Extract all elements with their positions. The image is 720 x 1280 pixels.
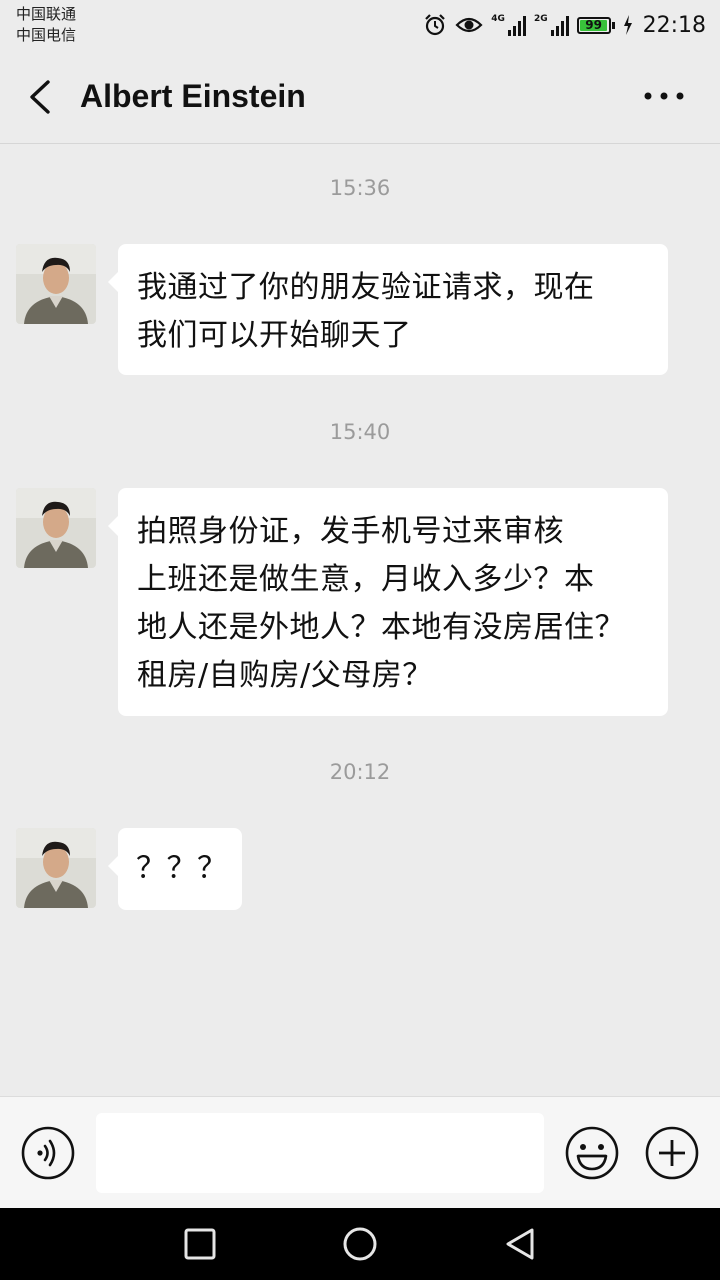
message-bubble[interactable]: 拍照身份证，发手机号过来审核 上班还是做生意，月收入多少？本 地人还是外地人？本… <box>108 488 668 716</box>
message-line: 租房/自购房/父母房？ <box>137 658 433 693</box>
plus-icon[interactable] <box>644 1125 700 1181</box>
network-type-2: 2G <box>533 14 548 24</box>
status-bar: 中国联通 中国电信 4G 2G 99 22:18 <box>0 0 720 50</box>
avatar-image <box>16 828 96 908</box>
voice-icon[interactable] <box>20 1125 76 1181</box>
message-timestamp: 20:12 <box>329 760 391 784</box>
message-line: ？？？ <box>136 851 228 886</box>
chat-title: Albert Einstein <box>80 78 306 114</box>
carrier-name-1: 中国联通 <box>16 5 77 23</box>
alarm-icon <box>425 14 446 36</box>
recent-apps-icon[interactable] <box>182 1226 218 1262</box>
charging-icon <box>623 15 632 35</box>
avatar-image <box>16 244 96 324</box>
status-icons: 4G 2G 99 22:18 <box>423 8 706 42</box>
signal-icon: 2G <box>534 14 569 36</box>
carrier-info: 中国联通 中国电信 <box>16 4 76 46</box>
message-input[interactable] <box>96 1113 544 1193</box>
battery-icon: 99 <box>576 16 611 34</box>
battery-level: 99 <box>585 18 602 32</box>
message-line: 上班还是做生意，月收入多少？本 <box>137 562 595 597</box>
home-icon[interactable] <box>342 1226 378 1262</box>
clock-time: 22:18 <box>642 12 706 38</box>
message-bubble[interactable]: 我通过了你的朋友验证请求，现在 我们可以开始聊天了 <box>108 244 668 375</box>
message-timestamp: 15:40 <box>329 420 391 444</box>
emoji-icon[interactable] <box>564 1125 620 1181</box>
message-line: 地人还是外地人？本地有没房居住？ <box>137 610 625 645</box>
carrier-name-2: 中国电信 <box>16 26 77 44</box>
network-type-1: 4G <box>491 14 505 24</box>
back-chevron-icon[interactable] <box>22 76 62 118</box>
more-dots-icon[interactable] <box>642 78 686 114</box>
message-line: 拍照身份证，发手机号过来审核 <box>137 514 564 549</box>
system-nav-bar <box>0 1208 720 1280</box>
eye-icon <box>455 17 483 33</box>
chat-header: Albert Einstein <box>0 50 720 144</box>
battery-tip <box>611 21 615 29</box>
message-line: 我通过了你的朋友验证请求，现在 <box>137 270 595 305</box>
signal-icon: 4G <box>491 14 526 36</box>
back-icon[interactable] <box>502 1226 538 1262</box>
avatar[interactable] <box>16 828 96 908</box>
chat-input-bar <box>0 1096 720 1208</box>
avatar[interactable] <box>16 488 96 568</box>
message-timestamp: 15:36 <box>329 176 391 200</box>
message-line: 我们可以开始聊天了 <box>137 318 412 353</box>
avatar-image <box>16 488 96 568</box>
message-bubble[interactable]: ？？？ <box>108 828 242 910</box>
avatar[interactable] <box>16 244 96 324</box>
